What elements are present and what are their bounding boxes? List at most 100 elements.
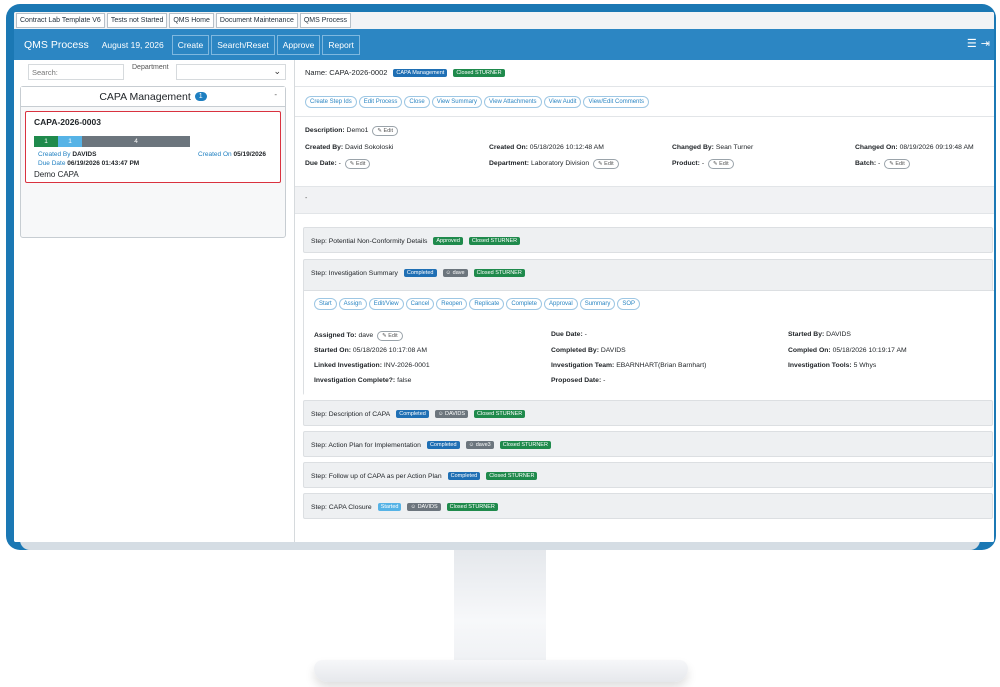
created-on-field: Created On: 05/18/2026 10:12:48 AM: [489, 144, 604, 151]
record-view-audit-button[interactable]: View Audit: [543, 96, 582, 108]
step-sop-button[interactable]: SOP: [617, 298, 641, 310]
menu-icon[interactable]: ☰: [967, 37, 977, 50]
item-created-by: Created By DAVIDS: [38, 151, 97, 158]
step-header: Step: Description of CAPA Completed ☺ DAVI…: [311, 410, 526, 418]
due-date-field: Due Date: - ✎ Edit: [305, 159, 371, 169]
started-on-field: Started On: 05/18/2026 10:17:08 AM: [314, 347, 427, 354]
edit-department-button[interactable]: ✎ Edit: [593, 159, 619, 169]
edit-due-date-button[interactable]: ✎ Edit: [344, 159, 371, 169]
record-view-summary-button[interactable]: View Summary: [431, 96, 482, 108]
progress-segment: 1: [58, 136, 82, 147]
create-button[interactable]: Create: [171, 34, 210, 55]
top-tab[interactable]: QMS Process: [299, 13, 352, 28]
report-button[interactable]: Report: [322, 34, 360, 55]
changed-on-field: Changed On: 08/19/2026 09:19:48 AM: [855, 144, 974, 151]
divider: [295, 86, 994, 87]
batch-field: Batch: - ✎ Edit: [855, 159, 910, 169]
assignee-badge: ☺ DAVIDS: [434, 410, 469, 418]
record-view-edit-comments-button[interactable]: View/Edit Comments: [583, 96, 650, 108]
status-badge: Closed STURNER: [446, 503, 498, 511]
step-replicate-button[interactable]: Replicate: [469, 298, 505, 310]
record-edit-process-button[interactable]: Edit Process: [358, 96, 403, 108]
step-header: Step: Investigation Summary Completed ☺ da…: [311, 269, 525, 277]
investigation-complete-field: Investigation Complete?: false: [314, 377, 412, 384]
step-panel[interactable]: Step: Description of CAPA Completed ☺ DAVI…: [303, 400, 993, 426]
top-tab[interactable]: Document Maintenance: [215, 13, 298, 28]
status-badge: Completed: [426, 441, 460, 449]
status-badge: Closed STURNER: [453, 68, 505, 77]
product-field: Product: - ✎ Edit: [672, 159, 734, 169]
step-panel[interactable]: Step: CAPA Closure Started ☺ DAVIDS Closed …: [303, 493, 993, 519]
top-tabs: Contract Lab Template V6 Tests not Starte…: [14, 12, 994, 29]
edit-product-button[interactable]: ✎ Edit: [708, 159, 734, 169]
step-panel[interactable]: Step: Action Plan for Implementation Comp…: [303, 431, 993, 457]
record-view-attachments-button[interactable]: View Attachments: [483, 96, 542, 108]
edit-assigned-button[interactable]: ✎ Edit: [377, 331, 403, 341]
item-id: CAPA-2026-0003: [34, 117, 101, 127]
divider: [295, 116, 994, 117]
group-header[interactable]: CAPA Management 1 -: [21, 87, 285, 107]
capa-group-card: CAPA Management 1 - CAPA-2026-0003 114 C…: [20, 86, 286, 238]
step-start-button[interactable]: Start: [314, 298, 337, 310]
group-count-badge: 1: [194, 92, 207, 101]
search-reset-button[interactable]: Search/Reset: [211, 34, 275, 55]
group-title: CAPA Management: [99, 90, 191, 103]
status-badge: Closed STURNER: [468, 237, 521, 245]
search-input[interactable]: [28, 64, 124, 80]
step-panel-expanded[interactable]: Step: Investigation Summary Completed ☺ da…: [303, 259, 994, 396]
item-progress-bar: 114: [34, 136, 190, 147]
status-badge: Closed STURNER: [473, 269, 525, 277]
step-assign-button[interactable]: Assign: [338, 298, 367, 310]
step-edit-view-button[interactable]: Edit/View: [368, 298, 404, 310]
status-badge: Approved: [433, 237, 463, 245]
status-badge: Completed: [403, 269, 437, 277]
department-select[interactable]: ⌄: [176, 64, 286, 80]
step-title: Step: Description of CAPA: [311, 410, 391, 418]
step-reopen-button[interactable]: Reopen: [436, 298, 468, 310]
monitor-stand-base: [314, 660, 688, 682]
step-body: Start Assign Edit/View Cancel Reopen Replicat…: [304, 290, 994, 396]
app-title: QMS Process: [24, 38, 89, 51]
record-create-step-ids-button[interactable]: Create Step Ids: [305, 96, 357, 108]
step-complete-button[interactable]: Complete: [506, 298, 543, 310]
top-tab[interactable]: QMS Home: [169, 13, 214, 28]
item-description: Demo CAPA: [34, 170, 79, 179]
step-due-date-field: Due Date: -: [551, 331, 587, 338]
step-panel[interactable]: Step: Follow up of CAPA as per Action Pl…: [303, 462, 993, 488]
step-summary-button[interactable]: Summary: [579, 298, 616, 310]
collapse-icon[interactable]: -: [274, 90, 277, 99]
item-created-on: Created On 05/19/2026: [198, 151, 266, 158]
step-header: Step: Follow up of CAPA as per Action Pl…: [311, 472, 538, 480]
record-close-button[interactable]: Close: [404, 96, 430, 108]
top-tab[interactable]: Contract Lab Template V6: [16, 13, 105, 28]
navbar: QMS Process August 19, 2026 Create Searc…: [14, 29, 994, 60]
chevron-down-icon: ⌄: [273, 66, 281, 76]
logout-icon[interactable]: ⇥: [981, 37, 990, 50]
top-tab[interactable]: Tests not Started: [106, 13, 168, 28]
assignee-badge: ☺ dave: [442, 269, 468, 277]
step-title: Step: Potential Non-Conformity Details: [311, 237, 428, 245]
edit-description-button[interactable]: ✎ Edit: [372, 126, 398, 136]
approve-button[interactable]: Approve: [276, 34, 321, 55]
step-title: Step: Investigation Summary: [311, 269, 398, 277]
monitor-stand-neck: [454, 550, 546, 668]
capa-item-card[interactable]: CAPA-2026-0003 114 Created By DAVIDS Cre…: [25, 111, 281, 183]
record-name: Name: CAPA-2026-0002: [305, 68, 388, 77]
step-header: Step: Action Plan for Implementation Comp…: [311, 441, 551, 449]
comments-placeholder: -: [305, 195, 308, 202]
edit-batch-button[interactable]: ✎ Edit: [884, 159, 910, 169]
step-cancel-button[interactable]: Cancel: [405, 298, 435, 310]
step-approval-button[interactable]: Approval: [544, 298, 578, 310]
completed-by-field: Completed By: DAVIDS: [551, 347, 626, 354]
left-panel: Department ⌄ CAPA Management 1 - CAPA-20…: [14, 60, 299, 542]
assignee-badge: ☺ dave3: [465, 441, 494, 449]
step-title: Step: Action Plan for Implementation: [311, 441, 421, 449]
changed-by-field: Changed By: Sean Turner: [672, 144, 754, 151]
step-panel[interactable]: Step: Potential Non-Conformity Details Ap…: [303, 227, 993, 253]
app-screen: Contract Lab Template V6 Tests not Starte…: [14, 12, 994, 542]
comments-band: -: [295, 186, 994, 214]
proposed-date-field: Proposed Date: -: [551, 377, 606, 384]
status-badge: Started: [377, 503, 402, 511]
progress-segment: 4: [82, 136, 190, 147]
step-header: Step: Potential Non-Conformity Details Ap…: [311, 237, 521, 245]
